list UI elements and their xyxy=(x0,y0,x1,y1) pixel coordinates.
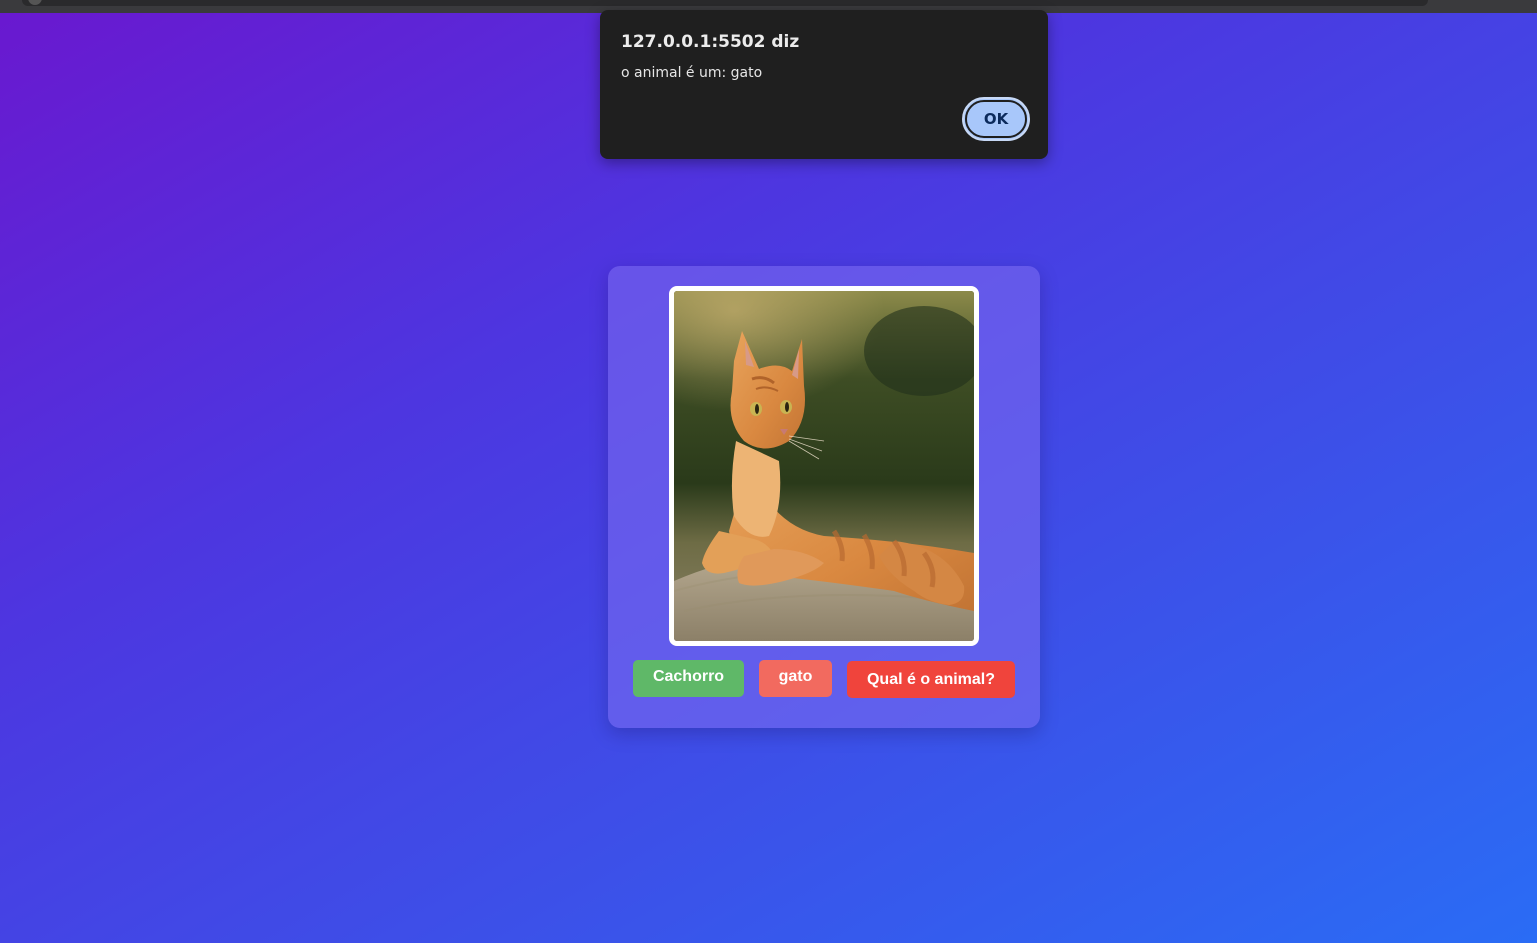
alert-ok-button[interactable]: OK xyxy=(962,97,1030,141)
cat-image-icon xyxy=(674,291,974,641)
browser-toolbar-edge xyxy=(22,0,1428,6)
alert-ok-label: OK xyxy=(983,110,1009,128)
alert-title: 127.0.0.1:5502 diz xyxy=(621,32,800,52)
cat-button[interactable]: gato xyxy=(759,660,832,697)
animal-photo xyxy=(669,286,979,646)
cat-button-label: gato xyxy=(778,668,813,685)
alert-message: o animal é um: gato xyxy=(621,65,763,81)
which-animal-button[interactable]: Qual é o animal? xyxy=(847,661,1015,698)
dog-button-label: Cachorro xyxy=(652,668,725,685)
which-animal-button-label: Qual é o animal? xyxy=(866,670,996,688)
dog-button[interactable]: Cachorro xyxy=(633,660,744,697)
